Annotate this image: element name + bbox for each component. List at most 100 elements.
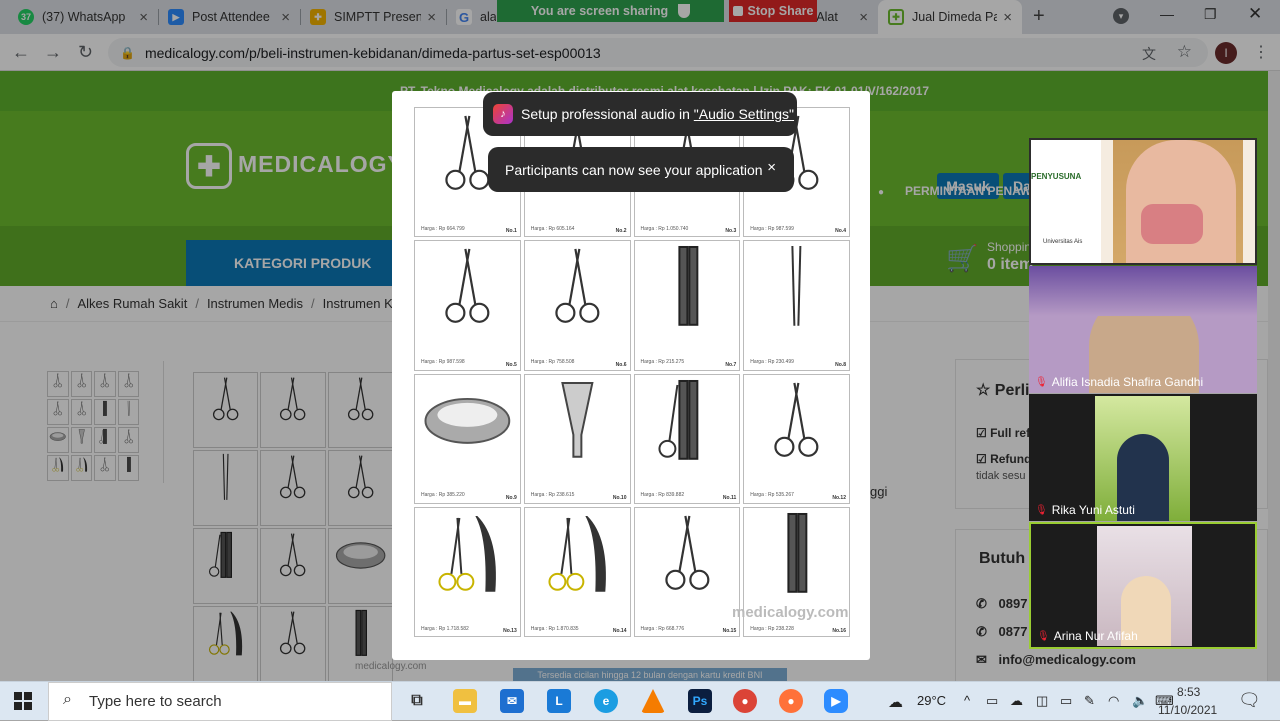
edge-icon[interactable]: e (594, 689, 618, 713)
participant-name: Alifia Isnadia Shafira Gandhi (1052, 375, 1203, 389)
participant-video[interactable]: PENYUSUNA Universitas Ais lu'uk rosida (1029, 138, 1257, 265)
participant-video[interactable]: 🎙Alifia Isnadia Shafira Gandhi (1029, 266, 1257, 393)
thumbnail-cell (260, 372, 325, 448)
clock-date[interactable]: 11/10/2021 (1158, 703, 1217, 717)
catalog-item-price: Harga : Rp 238.615 (531, 492, 626, 499)
email-line[interactable]: ✉ info@medicalogy.com (976, 652, 1136, 668)
catalog-item-number: No.5 (506, 362, 517, 368)
thumbnail-cell (193, 372, 258, 448)
audio-settings-link[interactable]: "Audio Settings" (694, 106, 794, 122)
pen-icon[interactable]: ✎ (1084, 693, 1095, 709)
thumbnail-cell (118, 371, 140, 397)
catalog-item-number: No.6 (616, 362, 627, 368)
photoshop-icon[interactable]: Ps (688, 689, 712, 713)
bluetooth-icon[interactable]: ◫ (1036, 693, 1048, 709)
file-explorer-icon[interactable]: ▬ (453, 689, 477, 713)
participant-video-active-speaker[interactable]: 🎙Arina Nur Afifah (1029, 522, 1257, 649)
product-main-image[interactable] (193, 372, 393, 681)
tab-search-icon[interactable]: ▾ (1113, 8, 1129, 24)
close-window-button[interactable]: ✕ (1248, 4, 1262, 24)
wifi-icon[interactable]: ◠ (1108, 693, 1119, 709)
breadcrumb-item[interactable]: Instrumen K (323, 296, 393, 311)
profile-avatar[interactable]: I (1215, 42, 1237, 64)
close-tab-icon[interactable]: × (139, 9, 148, 26)
reload-button[interactable]: ↻ (78, 42, 93, 62)
product-thumbnail[interactable] (47, 371, 139, 481)
participant-name-tag: lu'uk rosida (1037, 245, 1097, 259)
participant-name-tag: 🎙Alifia Isnadia Shafira Gandhi (1035, 375, 1203, 389)
catalog-item-price: Harga : Rp 238.228 (750, 626, 845, 633)
tab-medicalogy[interactable]: ✚ Jual Dimeda Pa × (878, 0, 1022, 34)
thumbnail-cell (71, 399, 93, 425)
catalog-item-number: No.15 (723, 628, 737, 634)
catalog-item: Harga : Rp 987.598No.5 (414, 240, 521, 370)
browser-menu-icon[interactable]: ⋮ (1253, 42, 1269, 62)
tray-overflow-icon[interactable]: ^ (964, 693, 970, 708)
firefox-icon[interactable]: ● (779, 689, 803, 713)
tab-simptt[interactable]: ✚ SIMPTT Presen × (300, 0, 446, 34)
stop-share-button[interactable]: Stop Share (729, 0, 817, 22)
tab-whatsapp[interactable]: 37 (37) WhatsApp × (8, 0, 158, 34)
lightbox-watermark: medicalogy.com (732, 604, 848, 621)
tab-zoom-attendee[interactable]: ▶ Post Attendee × (158, 0, 300, 34)
phone-line-2[interactable]: ✆ 0877 (976, 624, 1027, 640)
taskbar-search-box[interactable]: ⌕ Type here to search (48, 682, 392, 721)
participant-name: lu'uk rosida (1037, 245, 1097, 259)
contact-title: Butuh (979, 550, 1025, 568)
task-view-icon[interactable]: ⧉ (405, 689, 429, 713)
cart-icon[interactable]: 🛒 (946, 243, 978, 274)
close-tab-icon[interactable]: × (1003, 9, 1012, 26)
catalog-item-number: No.14 (613, 628, 627, 634)
participant-name: Rika Yuni Astuti (1052, 503, 1135, 517)
catalog-item-price: Harga : Rp 987.599 (750, 226, 845, 233)
participant-video[interactable]: 🎙Rika Yuni Astuti (1029, 394, 1257, 521)
minimize-button[interactable]: — (1160, 6, 1174, 22)
catalog-item-price: Harga : Rp 1.718.582 (421, 626, 516, 633)
thumbnail-cell (328, 372, 393, 448)
meet-now-icon[interactable]: ▭ (986, 693, 998, 709)
catalog-item: Harga : Rp 1.718.582No.13 (414, 507, 521, 637)
close-tab-icon[interactable]: × (859, 9, 868, 26)
category-menu-button[interactable]: KATEGORI PRODUK (186, 240, 410, 286)
catalog-item: Harga : Rp 385.220No.9 (414, 374, 521, 504)
breadcrumb-item[interactable]: Alkes Rumah Sakit (77, 296, 187, 311)
vlc-icon[interactable] (641, 689, 665, 713)
mail-icon[interactable]: ✉ (500, 689, 524, 713)
start-button[interactable] (14, 692, 32, 710)
close-toast-button[interactable]: × (767, 159, 776, 176)
page-scrollbar[interactable] (1268, 71, 1280, 681)
muted-mic-icon: 🎙 (1037, 631, 1050, 642)
back-button[interactable]: ← (12, 42, 30, 62)
cart-count[interactable]: 0 item (987, 256, 1033, 274)
volume-icon[interactable]: 🔈 (1132, 693, 1148, 709)
windows-taskbar: ⌕ Type here to search ⧉ ▬ ✉ L e Ps ● ● ▶… (0, 681, 1280, 720)
translate-icon[interactable]: 文 (1142, 44, 1156, 64)
catalog-item-price: Harga : Rp 664.799 (421, 226, 516, 233)
zoom-taskbar-icon[interactable]: ▶ (824, 689, 848, 713)
forward-button[interactable]: → (44, 42, 62, 62)
clock-time[interactable]: 8:53 (1177, 685, 1200, 699)
close-tab-icon[interactable]: × (281, 9, 290, 26)
catalog-item-price: Harga : Rp 668.776 (641, 626, 736, 633)
thumbnail-cell (71, 371, 93, 397)
site-logo[interactable]: MEDICALOGY (238, 151, 404, 178)
onedrive-icon[interactable]: ☁ (1010, 693, 1023, 709)
catalog-item: Harga : Rp 238.615No.10 (524, 374, 631, 504)
bookmark-star-icon[interactable]: ☆ (1177, 42, 1192, 62)
weather-icon[interactable]: ☁ (888, 693, 903, 711)
nav-request-quote[interactable]: PERMINTAAN PENAWA (905, 184, 1039, 198)
breadcrumb-item[interactable]: Instrumen Medis (207, 296, 303, 311)
address-bar[interactable]: 🔒 medicalogy.com/p/beli-instrumen-kebida… (108, 38, 1208, 67)
battery-icon[interactable]: ▭ (1060, 693, 1072, 709)
phone-line-1[interactable]: ✆ 0897 (976, 596, 1027, 612)
restore-button[interactable]: ❐ (1204, 6, 1217, 23)
thumbnail-cell (47, 399, 69, 425)
phone-1: 0897 (999, 596, 1028, 611)
notifications-icon[interactable]: 🗨 (1238, 690, 1261, 711)
new-tab-button[interactable]: + (1033, 5, 1045, 28)
close-tab-icon[interactable]: × (427, 9, 436, 26)
chrome-icon[interactable]: ● (733, 689, 757, 713)
app-l-icon[interactable]: L (547, 689, 571, 713)
home-icon[interactable]: ⌂ (50, 296, 58, 311)
temperature-label[interactable]: 29°C (917, 693, 946, 708)
